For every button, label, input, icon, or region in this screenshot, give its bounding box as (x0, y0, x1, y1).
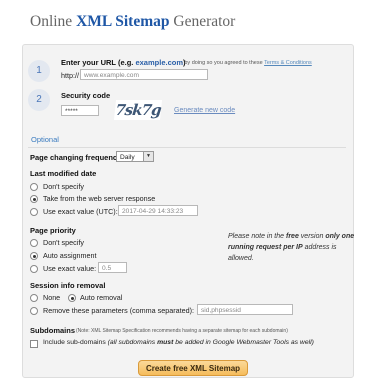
step-one-badge: 1 (28, 60, 50, 82)
last-modified-dont-specify-radio[interactable] (30, 183, 38, 191)
subdomains-label-text: be added in Google Webmaster Tools as we… (175, 339, 314, 346)
priority-exact-radio[interactable] (30, 265, 38, 273)
notice-text: Please note in the (228, 233, 285, 240)
frequency-selected-value: Daily (120, 154, 135, 161)
priority-dont-specify-radio[interactable] (30, 239, 38, 247)
url-input[interactable]: www.example.com (80, 69, 208, 80)
session-auto-radio[interactable] (68, 294, 76, 302)
priority-auto-radio[interactable] (30, 252, 38, 260)
optional-heading: Optional (31, 135, 59, 144)
session-remove-params-label: Remove these parameters (comma separated… (43, 306, 195, 315)
free-version-notice: Please note in the free version only one… (228, 231, 356, 264)
terms-prefix: - by doing so you agreed to these (181, 60, 263, 66)
last-modified-option-label: Use exact value (UTC): (43, 207, 118, 216)
priority-exact-input[interactable]: 0.5 (98, 262, 127, 273)
chevron-down-icon: ▼ (143, 152, 153, 161)
url-label-text: Enter your URL (e.g. (61, 58, 134, 67)
url-label: Enter your URL (e.g. example.com) (61, 58, 186, 67)
session-remove-params-radio[interactable] (30, 307, 38, 315)
last-modified-exact-input[interactable]: 2017-04-29 14:33:23 (118, 205, 198, 216)
url-example-domain: example.com (135, 58, 183, 67)
session-auto-label: Auto removal (80, 293, 123, 302)
security-code-input[interactable]: ***** (61, 105, 99, 116)
protocol-label: http:// (61, 71, 79, 80)
title-suffix: Generator (173, 13, 236, 30)
session-info-removal-label: Session info removal (30, 281, 106, 290)
last-modified-server-response-radio[interactable] (30, 195, 38, 203)
terms-link[interactable]: Terms & Conditions (264, 60, 312, 66)
subdomains-note: (Note: XML Sitemap Specification recomme… (76, 328, 288, 334)
page-changing-frequency-label: Page changing frequency (30, 153, 122, 162)
frequency-select[interactable]: Daily ▼ (116, 151, 154, 162)
include-subdomains-checkbox[interactable] (30, 340, 38, 348)
last-modified-option-label: Take from the web server response (43, 194, 156, 203)
last-modified-exact-radio[interactable] (30, 208, 38, 216)
divider (28, 147, 346, 148)
page-priority-label: Page priority (30, 226, 76, 235)
session-params-input[interactable]: sid,phpsessid (197, 304, 293, 315)
last-modified-label: Last modified date (30, 169, 97, 178)
session-none-radio[interactable] (30, 294, 38, 302)
notice-text: version (300, 233, 324, 240)
captcha-image: 7sk7g (113, 100, 163, 120)
title-brand: XML Sitemap (76, 13, 170, 30)
create-sitemap-button[interactable]: Create free XML Sitemap (138, 360, 248, 376)
subdomains-label-must: must (157, 339, 174, 346)
subdomains-label-text: (all subdomains (107, 339, 156, 346)
priority-option-label: Auto assignment (43, 251, 97, 260)
subdomains-label: Subdomains (30, 326, 76, 335)
security-code-label: Security code (61, 91, 111, 100)
terms-note: - by doing so you agreed to these Terms … (181, 60, 312, 66)
include-subdomains-label: Include sub-domains (all subdomains must… (43, 339, 314, 346)
page-title: Online XML Sitemap Generator (30, 13, 235, 31)
step-two-badge: 2 (28, 89, 50, 111)
priority-option-label: Use exact value: (43, 264, 97, 273)
last-modified-option-label: Don't specify (43, 182, 84, 191)
title-prefix: Online (30, 13, 73, 30)
subdomains-label-text: Include sub-domains (43, 339, 106, 346)
priority-option-label: Don't specify (43, 238, 84, 247)
generate-new-code-link[interactable]: Generate new code (174, 107, 235, 114)
session-none-label: None (43, 293, 61, 302)
notice-free: free (286, 233, 299, 240)
